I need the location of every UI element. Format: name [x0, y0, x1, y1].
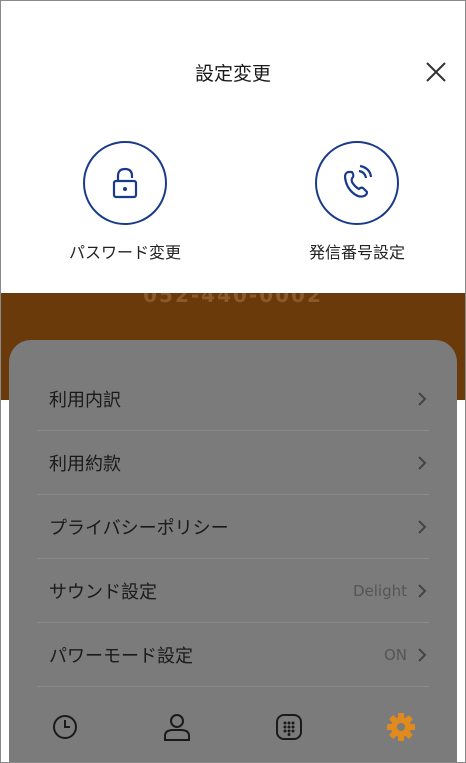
window-frame [0, 0, 466, 763]
